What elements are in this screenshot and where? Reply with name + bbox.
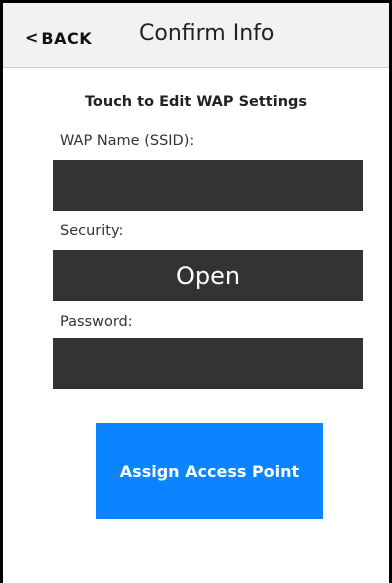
security-value: Open: [175, 261, 241, 290]
ssid-field[interactable]: [53, 160, 363, 211]
ssid-label: WAP Name (SSID):: [60, 133, 195, 149]
back-button[interactable]: < BACK: [25, 27, 92, 49]
header-bar: < BACK Confirm Info: [3, 3, 389, 68]
page-title: Confirm Info: [139, 21, 275, 46]
password-field[interactable]: [53, 338, 363, 389]
chevron-left-icon: <: [25, 28, 39, 47]
back-button-label: BACK: [41, 28, 93, 48]
section-heading: Touch to Edit WAP Settings: [84, 94, 308, 110]
security-label: Security:: [60, 223, 124, 239]
screen-frame: < BACK Confirm Info Touch to Edit WAP Se…: [0, 0, 392, 583]
password-label: Password:: [60, 314, 133, 330]
assign-access-point-button[interactable]: Assign Access Point: [96, 423, 323, 519]
security-field[interactable]: Open: [53, 250, 363, 301]
